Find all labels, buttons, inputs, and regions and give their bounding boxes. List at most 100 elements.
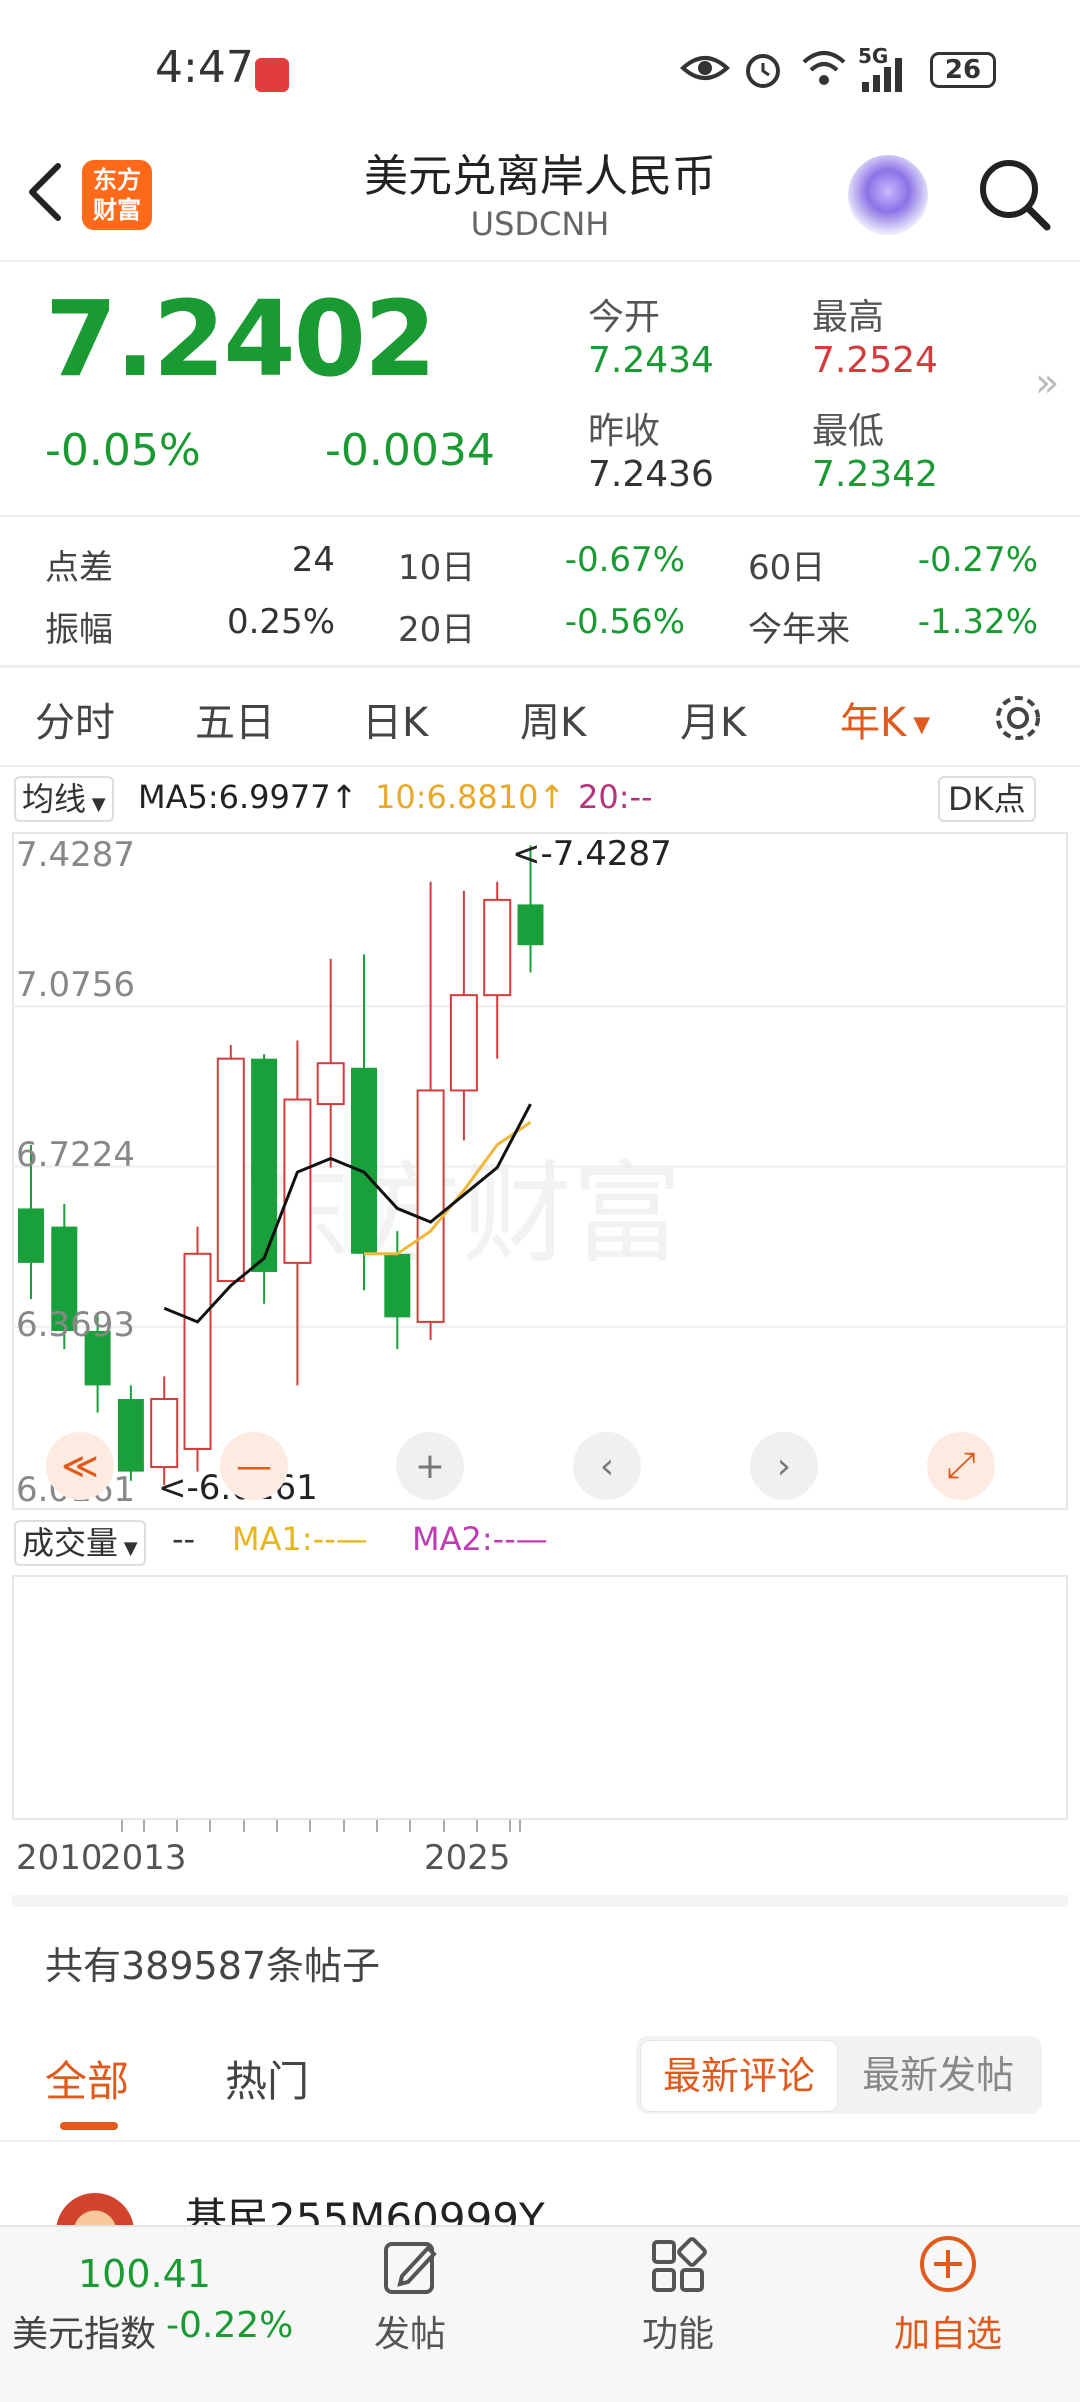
dropdown-icon: ▼: [906, 712, 931, 738]
d60-label: 60日: [748, 548, 826, 588]
tab-yearly-k-label: 年K: [840, 700, 907, 746]
volume-ma1: MA1:--—: [232, 1520, 368, 1558]
tab-all[interactable]: 全部: [45, 2048, 129, 2109]
tab-intraday[interactable]: 分时: [35, 690, 115, 748]
high-label: 最高: [812, 297, 885, 338]
x-label-start: 2010: [16, 1838, 103, 1878]
candle: [316, 958, 345, 1168]
kline-chart-canvas: 东方财富: [12, 845, 1068, 1486]
candle: [351, 954, 377, 1291]
ma-selector[interactable]: 均线 ▼: [14, 776, 114, 822]
spread-value: 24: [291, 540, 335, 580]
alarm-icon: [746, 54, 780, 88]
volume-value: --: [172, 1520, 196, 1558]
tab-hot[interactable]: 热门: [225, 2048, 309, 2109]
ma-selector-label: 均线: [22, 780, 87, 818]
change-percent: -0.05%: [45, 425, 201, 476]
usd-index-label[interactable]: 美元指数: [12, 2305, 156, 2357]
volume-selector-label: 成交量: [22, 1524, 119, 1562]
fullscreen-button[interactable]: ⤢: [927, 1432, 995, 1500]
volume-chart: [12, 1575, 1068, 1820]
ma5-legend: MA5:6.9977↑: [138, 778, 358, 816]
functions-grid-icon[interactable]: [648, 2236, 708, 2296]
ma10-legend: 10:6.8810↑: [375, 778, 566, 816]
candle-body: [416, 1089, 445, 1323]
prev-close-value: 7.2436: [588, 454, 714, 495]
d20-value: -0.56%: [564, 602, 685, 642]
divider: [0, 260, 1080, 262]
nav-functions[interactable]: 功能: [578, 2305, 778, 2357]
x-label-end: 2025: [424, 1838, 511, 1878]
candle-body: [183, 1252, 212, 1450]
candle: [449, 890, 478, 1141]
section-gap: [12, 1895, 1068, 1907]
tab-five-day[interactable]: 五日: [195, 690, 275, 748]
y-tick: 7.0756: [16, 965, 135, 1005]
amplitude-value: 0.25%: [226, 602, 335, 642]
nav-post[interactable]: 发帖: [310, 2305, 510, 2357]
ytd-label: 今年来: [748, 610, 850, 650]
tab-weekly-k[interactable]: 周K: [520, 690, 586, 748]
sort-latest-comment[interactable]: 最新评论: [640, 2040, 838, 2112]
ma20-legend: 20:--: [578, 778, 653, 816]
tab-monthly-k[interactable]: 月K: [680, 690, 746, 748]
status-bar: 4:47 5G 26: [0, 0, 1080, 140]
nav-add-watchlist[interactable]: 加自选: [848, 2305, 1048, 2357]
d10-label: 10日: [398, 548, 476, 588]
candle-body: [251, 1058, 278, 1272]
high-value: 7.2524: [812, 340, 938, 381]
candle-body: [351, 1067, 377, 1254]
post-count: 共有389587条帖子: [45, 1944, 381, 1988]
candle-body: [483, 898, 512, 997]
y-tick: 6.3693: [16, 1305, 135, 1345]
scroll-left-button[interactable]: ‹: [573, 1432, 641, 1500]
tab-daily-k[interactable]: 日K: [362, 690, 428, 748]
d20-label: 20日: [398, 610, 476, 650]
spread-label: 点差: [45, 548, 113, 588]
assistant-avatar[interactable]: [848, 155, 928, 235]
signal-icon: [862, 58, 902, 92]
open-value: 7.2434: [588, 340, 714, 381]
candle: [283, 1040, 312, 1386]
divider: [0, 665, 1080, 668]
expand-chevron-icon[interactable]: »: [1035, 360, 1059, 406]
candle: [183, 1226, 212, 1472]
search-icon[interactable]: [975, 155, 1053, 233]
scroll-right-button[interactable]: ›: [750, 1432, 818, 1500]
max-marker: <-7.4287: [512, 834, 672, 874]
eye-icon: [680, 56, 730, 80]
candle-body: [316, 1062, 345, 1106]
usd-index-change: -0.22%: [166, 2305, 294, 2346]
add-circle-icon[interactable]: [916, 2232, 980, 2296]
volume-ma2: MA2:--—: [412, 1520, 548, 1558]
zoom-out-far-button[interactable]: ≪: [46, 1432, 114, 1500]
zoom-in-button[interactable]: +: [396, 1432, 464, 1500]
candle: [117, 1385, 144, 1481]
tab-indicator: [60, 2122, 118, 2130]
post-edit-icon[interactable]: [380, 2236, 442, 2298]
dk-point-toggle[interactable]: DK点: [938, 776, 1036, 822]
prev-close-label: 昨收: [588, 411, 661, 452]
y-tick: 7.4287: [16, 835, 135, 875]
low-label: 最低: [812, 411, 885, 452]
divider: [0, 765, 1080, 767]
candle-body: [150, 1398, 179, 1469]
y-tick: 6.7224: [16, 1135, 135, 1175]
usd-index-value[interactable]: 100.41: [78, 2252, 211, 2296]
dropdown-icon: ▼: [118, 1538, 138, 1559]
zoom-out-button[interactable]: —: [220, 1432, 288, 1500]
candle-body: [283, 1098, 312, 1264]
d10-value: -0.67%: [564, 540, 685, 580]
ytd-value: -1.32%: [917, 602, 1038, 642]
candle-body: [384, 1253, 411, 1318]
settings-gear-icon[interactable]: [990, 690, 1046, 746]
battery-icon: 26: [930, 52, 996, 88]
candle-body: [517, 904, 544, 946]
dropdown-icon: ▼: [86, 794, 106, 815]
divider: [0, 2140, 1080, 2142]
tab-yearly-k[interactable]: 年K ▼: [840, 690, 930, 748]
candle: [216, 1045, 245, 1283]
sort-latest-post[interactable]: 最新发帖: [840, 2040, 1036, 2110]
d60-value: -0.27%: [917, 540, 1038, 580]
volume-selector[interactable]: 成交量 ▼: [14, 1520, 146, 1566]
